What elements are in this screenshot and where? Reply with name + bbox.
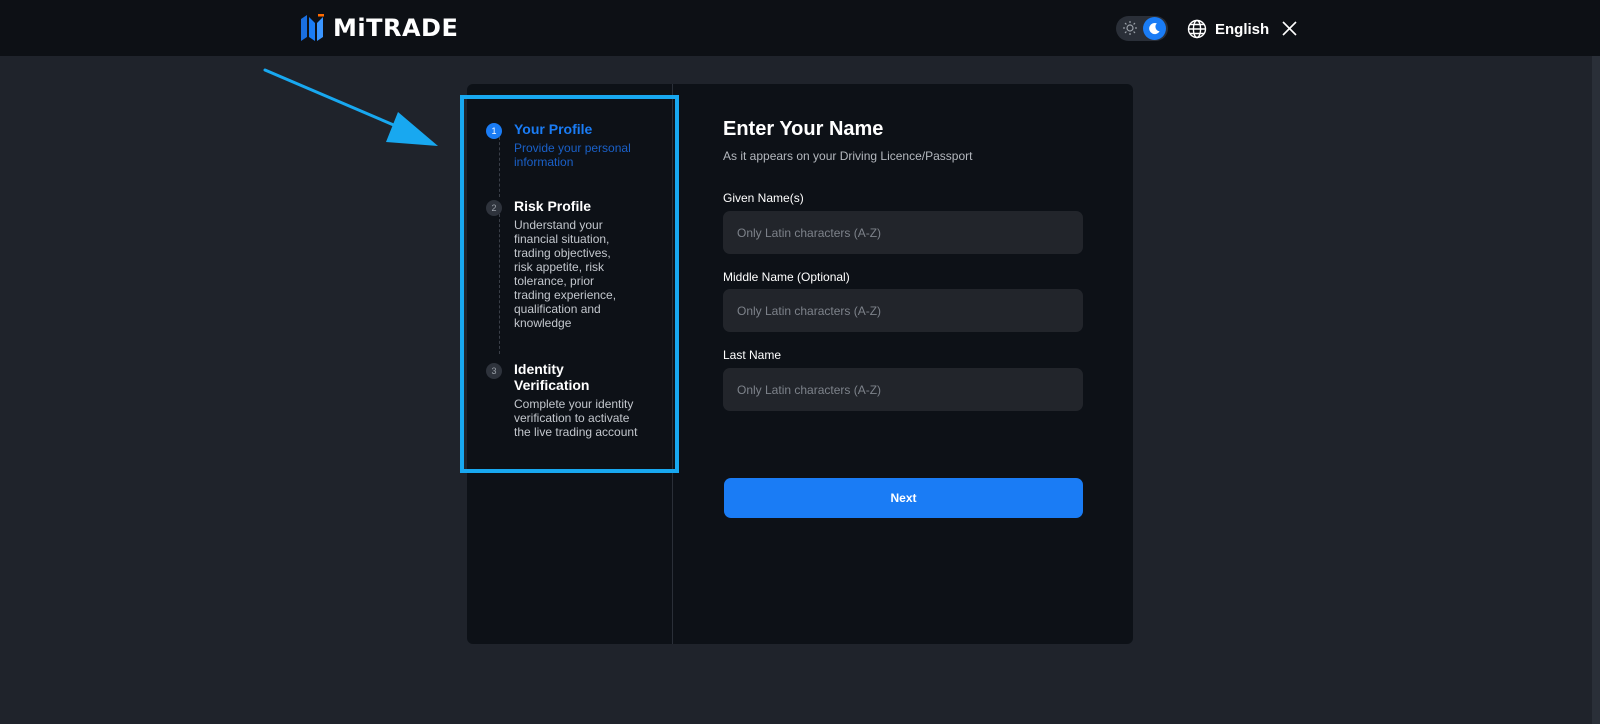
step-title: Risk Profile [514,198,592,214]
last-name-field [723,368,1083,411]
theme-toggle-knob [1143,17,1166,40]
given-name-field [723,211,1083,254]
step-title: Identity Verification [514,361,590,393]
sun-icon [1123,21,1137,35]
step-number: 2 [486,200,502,216]
step-number: 1 [486,123,502,139]
last-name-label: Last Name [723,348,782,362]
step-number: 3 [486,363,502,379]
step-description: Understand your financial situation, tra… [514,218,617,330]
moon-icon [1149,22,1160,35]
form-title: Enter Your Name [723,118,884,140]
last-name-input[interactable] [737,382,1083,397]
middle-name-input[interactable] [737,303,1083,318]
logo-mark-icon [301,14,324,41]
given-name-label: Given Name(s) [723,191,804,205]
step-description: Complete your identity verification to a… [514,397,638,439]
mitrade-logo[interactable]: MiTRADE [299,12,458,44]
annotation-arrow-icon [263,68,438,146]
globe-icon [1187,19,1207,39]
given-name-input[interactable] [737,225,1083,240]
middle-name-field [723,289,1083,332]
theme-toggle[interactable] [1116,16,1168,41]
step-connector [499,137,500,197]
logo-text: MiTRADE [333,14,459,42]
next-button[interactable]: Next [724,478,1083,518]
top-header: MiTRADE English [0,0,1600,56]
language-label: English [1215,20,1270,38]
language-selector[interactable]: English [1187,18,1269,40]
step-description: Provide your personal information [514,141,631,169]
steps-sidebar: 1 Your Profile Provide your personal inf… [460,95,679,473]
step-title: Your Profile [514,121,593,137]
scrollbar[interactable] [1592,56,1600,724]
middle-name-label: Middle Name (Optional) [723,270,850,284]
close-icon[interactable] [1281,20,1298,37]
form-subtitle: As it appears on your Driving Licence/Pa… [723,149,973,163]
step-connector [499,214,500,354]
